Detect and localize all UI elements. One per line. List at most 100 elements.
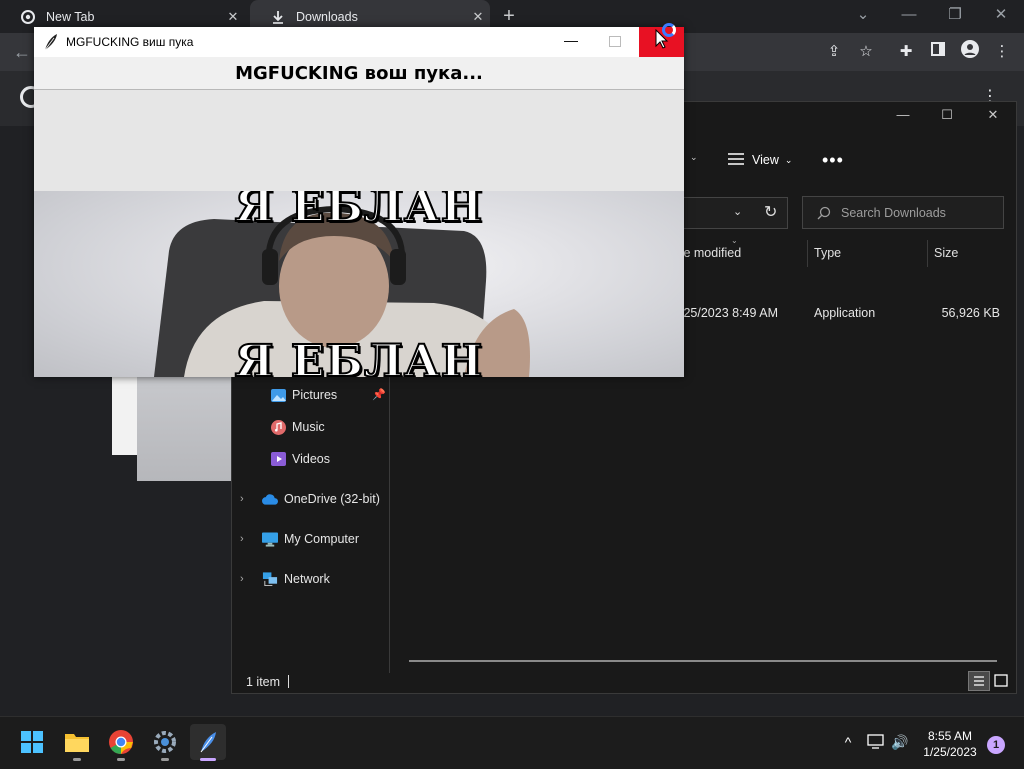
chrome-icon bbox=[109, 730, 133, 754]
tab-label: Downloads bbox=[296, 9, 358, 24]
explorer-minimize-button[interactable]: — bbox=[880, 107, 926, 127]
bookmark-star-icon[interactable]: ☆ bbox=[854, 40, 878, 64]
nav-item-my-computer[interactable]: › My Computer bbox=[240, 529, 359, 549]
column-header-size[interactable]: Size bbox=[934, 246, 958, 260]
tab-search-button[interactable]: ⌄ bbox=[840, 4, 886, 28]
chrome-minimize-button[interactable]: — bbox=[886, 4, 932, 28]
search-placeholder: Search Downloads bbox=[841, 205, 946, 220]
sort-chevron-icon: ⌄ bbox=[731, 236, 738, 245]
start-icon bbox=[21, 731, 43, 753]
search-input[interactable]: Search Downloads bbox=[802, 196, 1004, 229]
file-explorer-icon bbox=[65, 734, 89, 752]
chevron-right-icon[interactable]: › bbox=[240, 573, 256, 585]
horizontal-scrollbar[interactable] bbox=[409, 660, 997, 662]
view-button-label: View bbox=[752, 153, 779, 167]
search-icon bbox=[817, 206, 831, 220]
network-tray-icon[interactable] bbox=[866, 734, 886, 752]
meme-caption-bottom: Я ЕБЛАН bbox=[234, 335, 484, 377]
volume-icon[interactable]: 🔊 bbox=[890, 734, 910, 751]
chrome-close-button[interactable]: ✕ bbox=[978, 4, 1024, 28]
chevron-down-icon: ⌄ bbox=[784, 154, 793, 165]
feather-icon bbox=[42, 33, 60, 51]
pin-icon[interactable]: 📌 bbox=[372, 388, 386, 401]
nav-item-network[interactable]: › Network bbox=[240, 569, 330, 589]
popup-title: MGFUCKING виш пука bbox=[66, 35, 194, 49]
computer-icon bbox=[262, 531, 278, 547]
explorer-close-button[interactable]: ✕ bbox=[970, 107, 1016, 127]
chevron-down-icon[interactable]: ⌄ bbox=[733, 205, 742, 218]
popup-maximize-button[interactable] bbox=[609, 36, 621, 47]
extensions-icon[interactable]: ✚ bbox=[894, 40, 918, 64]
feather-app-icon bbox=[200, 732, 216, 753]
taskbar-feather-app[interactable] bbox=[190, 724, 226, 760]
clock-time: 8:55 AM bbox=[927, 729, 973, 743]
notification-badge[interactable]: 1 bbox=[987, 736, 1005, 754]
clock-date: 1/25/2023 bbox=[923, 745, 977, 759]
nav-item-music[interactable]: Music bbox=[270, 417, 325, 437]
explorer-maximize-button[interactable]: ☐ bbox=[924, 107, 970, 127]
popup-titlebar[interactable]: MGFUCKING виш пука bbox=[34, 27, 684, 57]
popup-window: MGFUCKING виш пука — MGFUCKING вош пука.… bbox=[34, 27, 684, 377]
nav-item-videos[interactable]: Videos bbox=[270, 449, 330, 469]
view-lines-icon bbox=[728, 152, 744, 168]
view-button[interactable]: View ⌄ bbox=[728, 148, 792, 172]
details-view-icon[interactable] bbox=[968, 671, 990, 691]
taskbar-settings[interactable] bbox=[147, 724, 183, 760]
column-header-date-modified[interactable]: te modified bbox=[680, 246, 741, 260]
mouse-cursor-icon bbox=[655, 28, 669, 49]
chevron-right-icon[interactable]: › bbox=[240, 493, 256, 505]
more-options-button[interactable]: ••• bbox=[822, 150, 844, 171]
settings-icon bbox=[154, 731, 176, 753]
column-header-type[interactable]: Type bbox=[814, 246, 841, 260]
chrome-restore-button[interactable]: ❐ bbox=[932, 4, 978, 28]
popup-blank-panel bbox=[34, 89, 684, 192]
column-separator[interactable] bbox=[927, 240, 928, 267]
nav-item-onedrive[interactable]: › OneDrive (32-bit) bbox=[240, 489, 380, 509]
tiles-view-icon[interactable] bbox=[992, 671, 1010, 691]
status-item-count: 1 item bbox=[246, 675, 281, 689]
videos-icon bbox=[270, 451, 286, 467]
nav-pane-divider[interactable] bbox=[389, 377, 390, 673]
tray-overflow-chevron-icon[interactable]: ^ bbox=[838, 734, 858, 750]
network-icon bbox=[262, 571, 278, 587]
active-indicator bbox=[200, 758, 216, 761]
taskbar-file-explorer[interactable] bbox=[59, 724, 95, 760]
clock[interactable]: 8:55 AM 1/25/2023 bbox=[916, 728, 984, 760]
chrome-icon bbox=[20, 9, 36, 25]
file-type-cell[interactable]: Application bbox=[814, 306, 875, 320]
back-arrow-icon[interactable]: ← bbox=[10, 40, 34, 64]
running-indicator bbox=[73, 758, 81, 761]
column-separator[interactable] bbox=[807, 240, 808, 267]
file-size-cell[interactable]: 56,926 KB bbox=[940, 306, 1000, 320]
profile-avatar-icon[interactable] bbox=[958, 40, 982, 64]
chevron-down-icon: ⌄ bbox=[690, 152, 698, 162]
share-icon[interactable]: ⇪ bbox=[822, 40, 846, 64]
nav-item-label: Videos bbox=[292, 452, 330, 466]
chevron-right-icon[interactable]: › bbox=[240, 533, 256, 545]
popup-minimize-button[interactable]: — bbox=[562, 32, 580, 48]
meme-image: Я ЕБЛАН Я ЕБЛАН bbox=[34, 191, 684, 377]
nav-item-label: Music bbox=[292, 420, 325, 434]
file-date-cell[interactable]: /25/2023 8:49 AM bbox=[680, 306, 778, 320]
nav-item-label: Pictures bbox=[292, 388, 338, 402]
new-tab-button[interactable]: + bbox=[497, 5, 521, 29]
start-button[interactable] bbox=[14, 724, 50, 760]
tab-label: New Tab bbox=[46, 9, 95, 24]
chrome-menu-icon[interactable]: ⋮ bbox=[990, 40, 1014, 64]
nav-item-label: My Computer bbox=[284, 532, 360, 546]
pictures-icon bbox=[270, 387, 286, 403]
onedrive-icon bbox=[262, 491, 278, 507]
popup-heading: MGFUCKING вош пука... bbox=[235, 63, 483, 84]
nav-item-pictures[interactable]: Pictures bbox=[270, 385, 337, 405]
meme-caption-top: Я ЕБЛАН bbox=[234, 191, 484, 233]
music-icon bbox=[270, 419, 286, 435]
background-window-fragment bbox=[112, 377, 138, 455]
refresh-icon[interactable]: ↻ bbox=[764, 202, 777, 222]
side-panel-icon[interactable] bbox=[926, 40, 950, 64]
close-tab-icon[interactable]: ✕ bbox=[221, 9, 245, 25]
download-icon bbox=[270, 9, 286, 25]
close-tab-icon[interactable]: ✕ bbox=[466, 9, 490, 25]
running-indicator bbox=[161, 758, 169, 761]
taskbar-chrome[interactable] bbox=[103, 724, 139, 760]
status-divider bbox=[288, 675, 289, 688]
